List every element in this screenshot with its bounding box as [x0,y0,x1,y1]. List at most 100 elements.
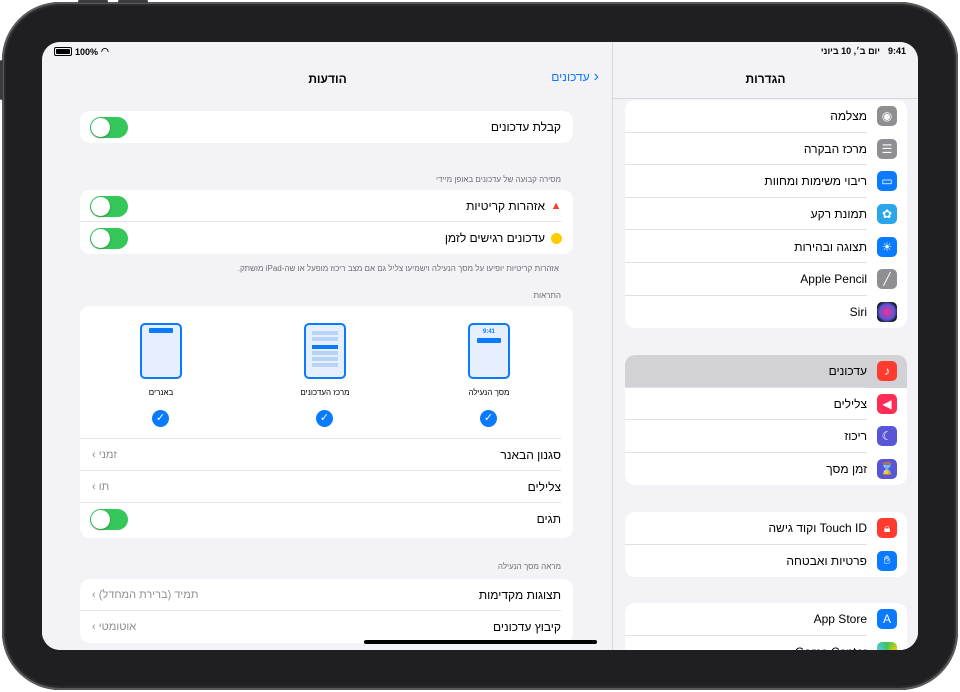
previews-row[interactable]: תצוגות מקדימות ‹ תמיד (ברירת המחדל) [80,579,573,611]
switches-icon: ☰ [877,138,897,159]
gamecenter-icon [877,641,897,650]
banner-style-value: ‹ זמני [92,449,117,461]
lock-appearance-header: מראה מסך הנעילה [497,562,561,571]
volume-button [78,0,108,3]
sidebar-item-notifications[interactable]: ♪ עדכונים [625,355,907,388]
grouping-value: ‹ אוטומטי [92,621,137,633]
sidebar-item-sounds[interactable]: ◀ צלילים [625,388,907,421]
allow-toggle[interactable] [90,117,128,138]
sidebar-item-privacy[interactable]: ✋︎ פרטיות ואבטחה [625,545,907,578]
back-label: עדכונים [551,70,590,84]
sidebar-item-focus[interactable]: ☾ ריכוז [625,420,907,453]
sidebar-item-label: פרטיות ואבטחה [786,553,867,568]
sidebar-item-label: מצלמה [625,100,867,133]
lock-screen-label: מסך הנעילה [468,388,510,397]
status-right: 9:41 יום ב׳, 10 ביוני [821,46,906,56]
status-bar: 100% ◠ 9:41 יום ב׳, 10 ביוני [42,42,918,60]
warning-icon: ▲ [550,200,562,212]
immediate-footer: אזהרות קריטיות יופיעו על מסך הנעילה וישמ… [237,264,559,273]
sidebar-item-label: Touch ID וקוד גישה [625,512,867,545]
time-sensitive-toggle[interactable] [90,228,128,249]
wifi-icon: ◠ [101,46,109,56]
sidebar-item-label: ריבוי משימות ומחוות [625,165,867,198]
pencil-icon: ╱ [877,269,897,290]
grouping-row[interactable]: קיבוץ עדכונים ‹ אוטומטי [80,611,573,643]
alerts-card: 9:41 מסך הנעילה ✓ מרכז העדכונים ✓ באנרים [80,306,573,538]
sidebar-item-app-store[interactable]: A App Store [625,603,907,636]
chevron-left-icon: ‹ [92,481,99,493]
sidebar-item-display[interactable]: ☀ תצוגה ובהירות [625,230,907,263]
notification-center-check-icon[interactable]: ✓ [316,410,333,427]
sounds-label: צלילים [527,480,561,494]
bell-icon: ♪ [877,361,897,382]
battery-percent: 100% [75,46,99,57]
page-title: הודעות [308,72,347,86]
allow-label: קבלת עדכונים [490,120,561,134]
sidebar-item-label: זמן מסך [826,462,867,477]
clock-icon [549,231,563,245]
sidebar-title: הגדרות [745,72,786,86]
lock-screen-preview[interactable]: 9:41 [468,323,510,379]
sidebar-item-control-center[interactable]: ☰ מרכז הבקרה [625,133,907,166]
lock-screen-check-icon[interactable]: ✓ [480,410,497,427]
siri-icon [877,301,897,322]
critical-toggle[interactable] [90,196,128,217]
previews-label: תצוגות מקדימות [478,588,561,602]
speaker-icon: ◀ [877,393,897,414]
sidebar-group-4: A App Store Game Center [625,603,907,650]
sidebar-item-label: Siri [849,304,867,319]
sidebar-item-multitasking[interactable]: ▭ ריבוי משימות ומחוות [625,165,907,198]
grouping-label: קיבוץ עדכונים [492,620,561,634]
status-time: 9:41 [887,46,906,56]
banners-preview[interactable] [140,323,182,379]
chevron-left-icon: ‹ [92,621,99,633]
sidebar-item-label: App Store [625,603,867,636]
fingerprint-icon: 🔒︎ [877,518,897,539]
back-button[interactable]: עדכונים › [551,68,599,85]
sidebar-item-screen-time[interactable]: ⌛ זמן מסך [625,453,907,486]
volume-button [118,0,148,3]
immediate-header: מסירה קבועה של עדכונים באופן מיידי [435,175,561,184]
sidebar-item-wallpaper[interactable]: ✿ תמונת רקע [625,198,907,231]
battery-icon [54,47,72,56]
moon-icon: ☾ [877,426,897,447]
chevron-left-icon: ‹ [92,449,99,461]
hourglass-icon: ⌛ [877,459,897,480]
alerts-header: התראות [533,291,562,300]
immediate-card: ▲ אזהרות קריטיות עדכונים רגישים לזמן [80,190,573,254]
notification-center-label: מרכז העדכונים [300,388,350,397]
banners-label: באנרים [148,388,174,397]
notification-center-preview[interactable] [304,323,346,379]
sidebar-item-siri[interactable]: Siri [625,296,907,329]
lock-appearance-card: תצוגות מקדימות ‹ תמיד (ברירת המחדל) קיבו… [80,579,573,643]
settings-sidebar: הגדרות ◉ מצלמה ☰ מרכז הבקרה ▭ ריבוי משימות … [612,42,918,650]
badges-row: תגים [80,503,573,535]
sidebar-item-apple-pencil[interactable]: ╱ Apple Pencil [625,263,907,296]
status-left: 100% ◠ [54,46,109,57]
sidebar-item-label: תמונת רקע [625,198,867,231]
time-sensitive-label: עדכונים רגישים לזמן [444,231,545,245]
top-button [0,60,3,100]
sidebar-item-label: צלילים [625,388,867,421]
previews-value: ‹ תמיד (ברירת המחדל) [92,589,199,601]
badges-toggle[interactable] [90,509,128,530]
sidebar-group-2: ♪ עדכונים ◀ צלילים ☾ ריכוז ⌛ זמן מסך [625,355,907,486]
sidebar-item-label: Game Center [625,636,867,650]
notifications-detail-panel: הודעות עדכונים › קבלת עדכונים מסירה קבוע… [42,42,613,650]
allow-card: קבלת עדכונים [80,111,573,143]
sidebar-item-touch-id[interactable]: 🔒︎ Touch ID וקוד גישה [625,512,907,545]
screen: הודעות עדכונים › קבלת עדכונים מסירה קבוע… [42,42,918,650]
banner-style-label: סגנון הבאנר [500,448,561,462]
home-indicator[interactable] [364,640,597,644]
badges-label: תגים [536,512,561,526]
lock-time: 9:41 [482,329,495,335]
sounds-row[interactable]: צלילים ‹ תו [80,471,573,503]
sidebar-item-camera[interactable]: ◉ מצלמה [625,100,907,133]
sidebar-item-game-center[interactable]: Game Center [625,636,907,650]
banner-style-row[interactable]: סגנון הבאנר ‹ זמני [80,439,573,471]
sidebar-item-label: מרכז הבקרה [625,133,867,166]
banners-check-icon[interactable]: ✓ [152,410,169,427]
hand-icon: ✋︎ [877,550,897,571]
chevron-right-icon: › [593,68,599,85]
sounds-value: ‹ תו [92,481,110,493]
